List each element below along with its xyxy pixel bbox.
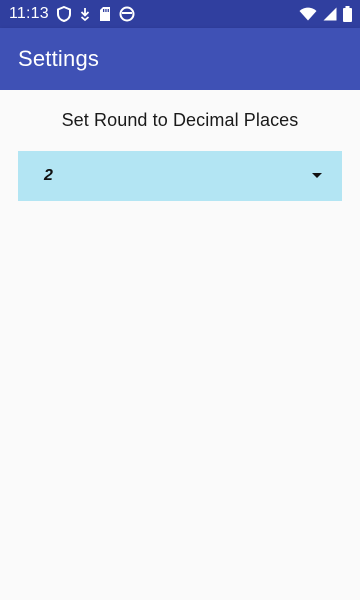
cell-signal-icon: [323, 7, 337, 21]
status-bar: 11:13: [0, 0, 360, 28]
shield-icon: [56, 6, 71, 22]
app-bar: Settings: [0, 28, 360, 90]
settings-content: Set Round to Decimal Places 2: [0, 90, 360, 600]
battery-icon: [343, 6, 352, 22]
status-right-icons: [299, 0, 352, 28]
status-left-icons: [56, 6, 135, 22]
sd-card-icon: [99, 6, 111, 22]
decimal-places-spinner[interactable]: 2: [18, 151, 342, 201]
round-decimal-label: Set Round to Decimal Places: [61, 110, 299, 130]
page-title: Settings: [18, 46, 100, 71]
wifi-icon: [299, 7, 317, 21]
decimal-places-selected-value: 2: [44, 167, 53, 184]
status-time: 11:13: [9, 5, 49, 22]
dropdown-arrow-icon: [312, 173, 322, 178]
circle-notification-icon: [119, 6, 135, 22]
download-arrow-icon: [79, 6, 91, 22]
